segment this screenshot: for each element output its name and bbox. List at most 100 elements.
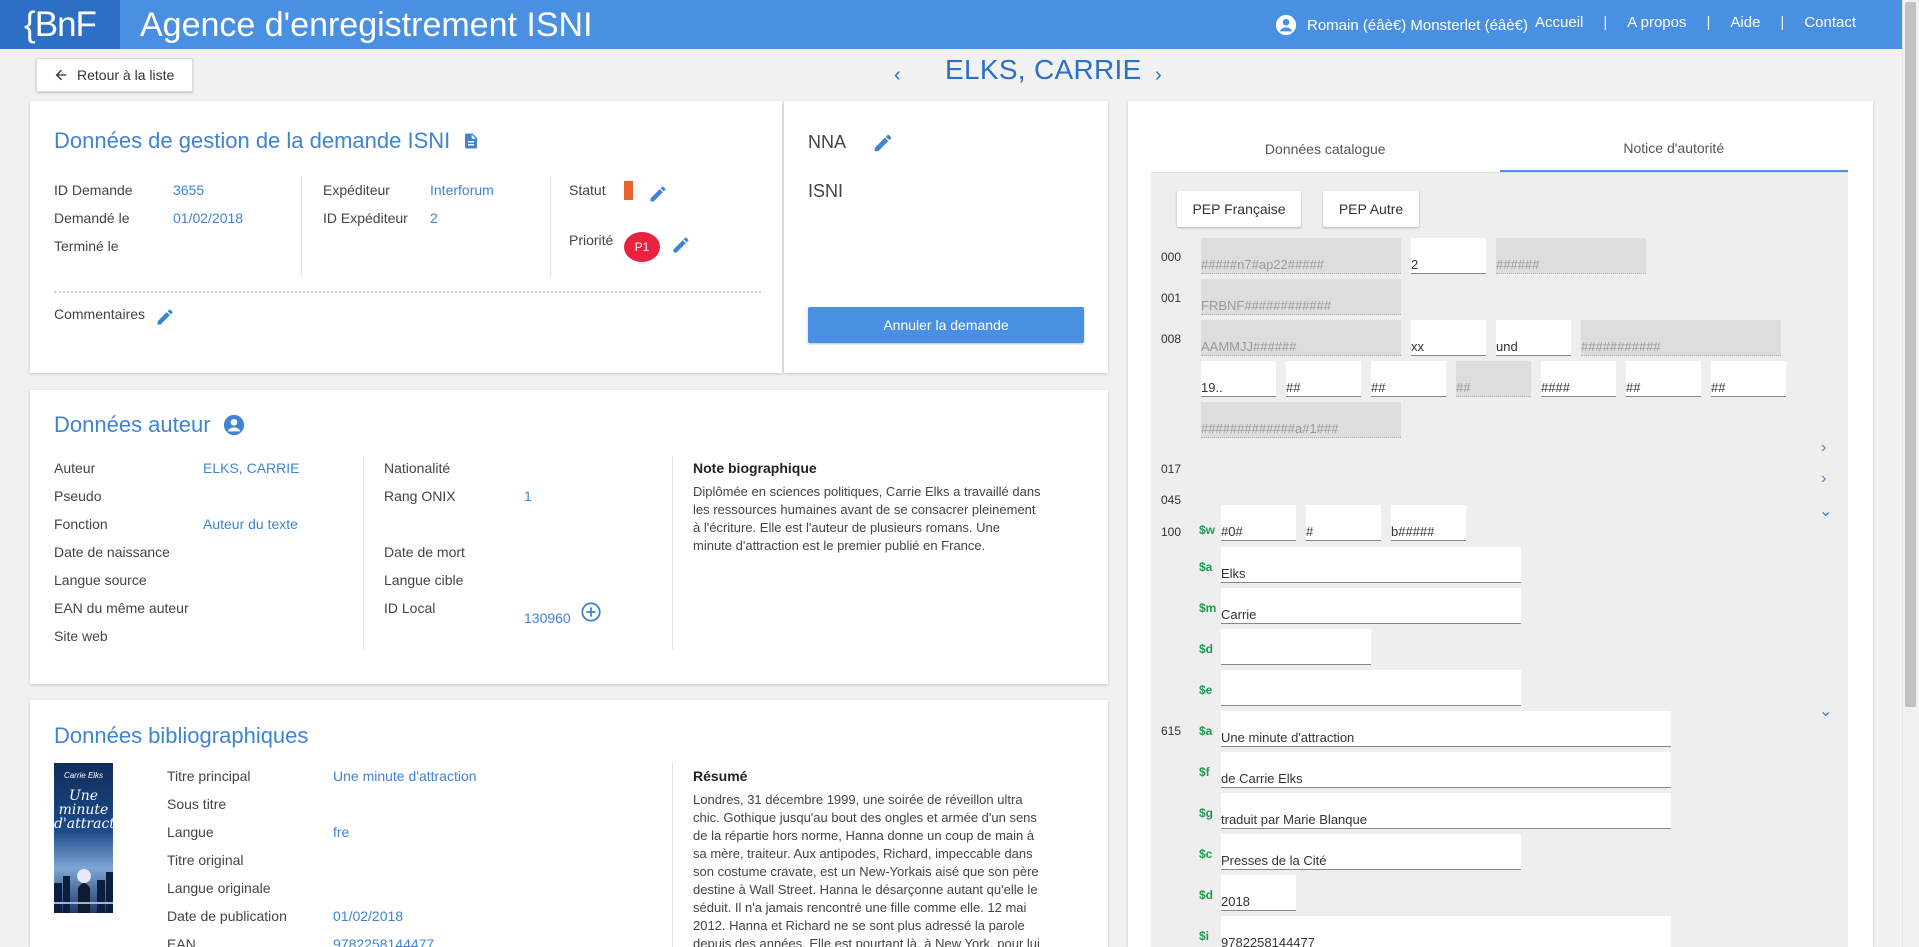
id-local-value: 130960 [524,610,571,626]
resume-line: 2012. Hanna et Richard ne se sont plus a… [693,918,1025,933]
marc-100-e-field[interactable] [1221,670,1521,706]
marc-615-f-field[interactable]: de Carrie Elks [1221,752,1671,788]
tab-donnees-catalogue[interactable]: Données catalogue [1151,125,1500,172]
resume-title: Résumé [693,768,748,784]
marc-100-a-field[interactable]: Elks [1221,547,1521,583]
priority-badge: P1 [624,232,660,262]
commentaires-label: Commentaires [54,306,146,322]
marc-008-field[interactable]: #### [1541,361,1616,397]
resume-line: sa mère, traiteur. Aux antipodes, Richar… [693,846,1033,861]
account-circle-icon [223,414,244,436]
nav-separator: | [1706,14,1711,31]
nav-contact[interactable]: Contact [1804,14,1856,31]
note-line: Diplômée en sciences politiques, Carrie … [693,484,1041,499]
marc-008-field[interactable]: xx [1411,320,1486,356]
account-circle-icon [1275,14,1297,36]
previous-record-icon[interactable]: ‹ [894,64,901,87]
pep-autre-button[interactable]: PEP Autre [1323,191,1419,227]
id-expediteur-label: ID Expéditeur [323,210,408,226]
marc-615-g-field[interactable]: traduit par Marie Blanque [1221,793,1671,829]
titre-original-label: Titre original [167,852,244,868]
chevron-right-icon[interactable]: › [1821,439,1826,457]
edit-commentaires-icon[interactable] [155,307,175,327]
rang-onix-value: 1 [524,488,532,504]
marc-008-field[interactable]: ## [1626,361,1701,397]
marc-100-m-field[interactable]: Carrie [1221,588,1521,624]
resume-line: son costume cravate, est un New-Yorkais … [693,864,1039,879]
langue-value: fre [333,824,350,840]
auteur-value[interactable]: ELKS, CARRIE [203,460,299,476]
marc-615-c-field[interactable]: Presses de la Cité [1221,834,1521,870]
auteur-title-text: Données auteur [54,412,211,437]
status-indicator [624,181,633,200]
top-bar: {BnF Agence d'enregistrement ISNI Romain… [0,0,1902,49]
pseudo-label: Pseudo [54,488,102,504]
document-icon [465,133,478,149]
user-menu[interactable]: Romain (éâè€) Monsterlet (éâè€) [1275,14,1528,36]
back-to-list-button[interactable]: Retour à la liste [36,58,193,92]
marc-008-field[interactable]: und [1496,320,1571,356]
nav-accueil[interactable]: Accueil [1535,14,1583,31]
page-scrollbar-thumb[interactable] [1905,2,1916,707]
subfield-code: $a [1199,724,1213,738]
nav-separator: | [1780,14,1785,31]
subfield-code: $f [1199,765,1210,779]
chevron-down-icon[interactable]: ⌄ [1819,701,1832,721]
gestion-title-text: Données de gestion de la demande ISNI [54,128,451,153]
subfield-code: $w [1199,523,1216,537]
catalog-panel: Données catalogue Notice d'autorité PEP … [1128,101,1873,947]
arrow-left-icon [55,69,67,81]
marc-000-field: #####n7#ap22##### [1201,238,1401,274]
marc-000-field: ###### [1496,238,1646,274]
subfield-code: $m [1199,601,1217,615]
resume-line: destine à Wall Street. Hanna le désarçon… [693,882,1038,897]
divider [672,762,673,947]
demande-le-value: 01/02/2018 [173,210,244,226]
marc-tag-017: 017 [1161,462,1182,476]
marc-record: PEP Française PEP Autre 000 #####n7#ap22… [1151,173,1848,947]
edit-priorite-icon[interactable] [671,235,691,255]
id-demande-value[interactable]: 3655 [173,182,204,198]
marc-008-field: #############a#1### [1201,402,1401,438]
marc-000-field[interactable]: 2 [1411,238,1486,274]
naissance-label: Date de naissance [54,544,170,560]
tab-notice-autorite[interactable]: Notice d'autorité [1499,125,1848,172]
marc-008-field: AAMMJJ###### [1201,320,1401,356]
id-local-label: ID Local [384,600,436,616]
app-title: Agence d'enregistrement ISNI [140,6,593,44]
marc-008-field: ## [1456,361,1531,397]
titre-principal-value: Une minute d'attraction [333,768,477,784]
marc-008-field[interactable]: ## [1371,361,1446,397]
cover-author: Carrie Elks [63,771,104,780]
marc-008-field[interactable]: ## [1286,361,1361,397]
chevron-down-icon[interactable]: ⌄ [1819,501,1832,521]
marc-008-field[interactable]: ## [1711,361,1786,397]
marc-615-a-field[interactable]: Une minute d'attraction [1221,711,1671,747]
gestion-title: Données de gestion de la demande ISNI [54,128,480,154]
expediteur-value[interactable]: Interforum [430,182,494,198]
edit-nna-icon[interactable] [872,132,894,154]
marc-615-d-field[interactable]: 2018 [1221,875,1296,911]
edit-statut-icon[interactable] [648,184,668,204]
id-expediteur-value: 2 [430,210,438,226]
langue-label: Langue [167,824,214,840]
note-line: minute d'attraction est le premier publi… [693,538,986,553]
pep-francaise-button[interactable]: PEP Française [1177,191,1301,227]
marc-100-d-field[interactable] [1221,629,1371,665]
marc-100-w-field[interactable]: # [1306,505,1381,541]
resume-text: Londres, 31 décembre 1999, une soirée de… [693,791,1093,947]
cancel-request-button[interactable]: Annuler la demande [808,307,1084,343]
add-circle-icon[interactable] [580,601,602,623]
marc-615-i-field[interactable]: 9782258144477 [1221,916,1671,947]
marc-100-w-field[interactable]: #0# [1221,505,1296,541]
subfield-code: $d [1199,888,1214,902]
bnf-logo[interactable]: {BnF [0,0,120,49]
marc-tag-045: 045 [1161,493,1182,507]
back-label: Retour à la liste [77,67,175,83]
chevron-right-icon[interactable]: › [1821,470,1826,488]
nav-aide[interactable]: Aide [1730,14,1760,31]
marc-100-w-field[interactable]: b##### [1391,505,1466,541]
nav-a-propos[interactable]: A propos [1627,14,1686,31]
marc-008-field[interactable]: 19.. [1201,361,1276,397]
next-record-icon[interactable]: › [1155,64,1162,87]
